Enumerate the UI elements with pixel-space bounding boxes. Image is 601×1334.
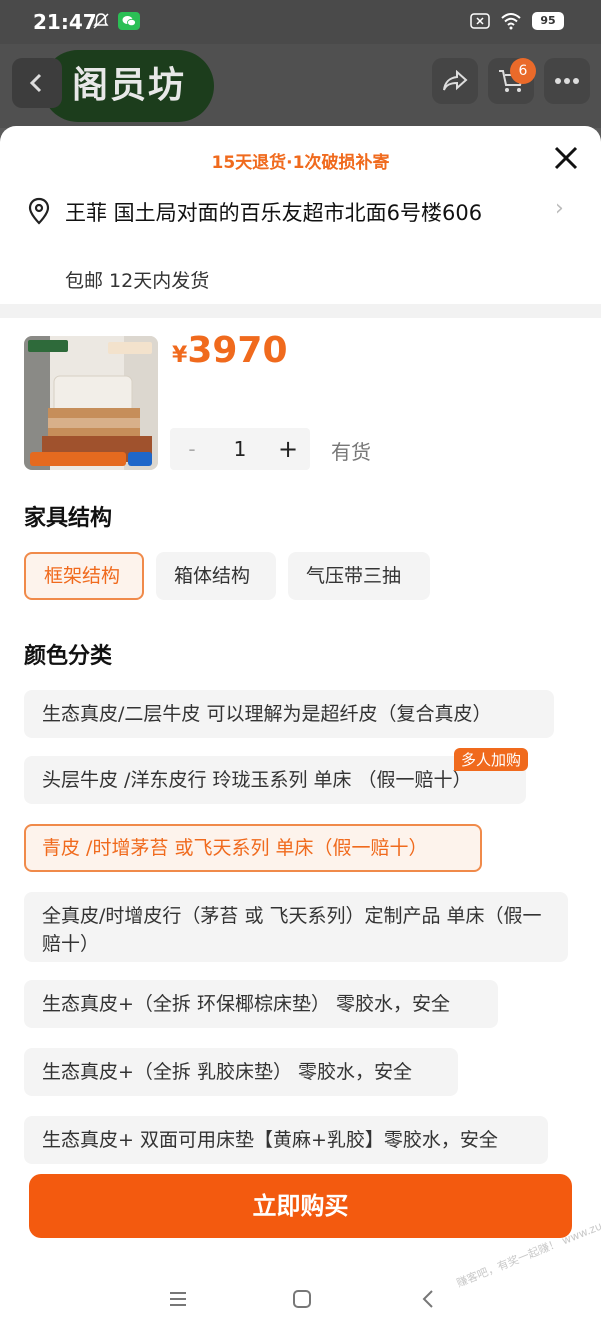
section-divider <box>0 304 601 318</box>
quantity-value[interactable]: 1 <box>214 437 266 461</box>
delivery-address[interactable]: 王菲 国土局对面的百乐友超市北面6号楼606 <box>65 198 535 229</box>
system-nav-bar <box>0 1262 601 1334</box>
color-option-selected[interactable]: 青皮 /时增茅苔 或飞天系列 单床（假一赔十） <box>24 824 482 872</box>
store-header: 阁员坊 <box>0 44 601 128</box>
cart-count-badge: 6 <box>510 58 536 84</box>
wifi-icon <box>500 12 522 30</box>
store-logo: 阁员坊 <box>42 50 214 122</box>
color-option[interactable]: 生态真皮+ 双面可用床垫【黄麻+乳胶】零胶水，安全 <box>24 1116 548 1164</box>
close-icon <box>554 146 578 170</box>
more-icon <box>555 78 579 84</box>
sim-off-icon <box>469 12 491 30</box>
recent-apps-button[interactable] <box>158 1284 198 1314</box>
wechat-icon <box>118 12 140 30</box>
popular-badge: 多人加购 <box>454 748 529 771</box>
status-time: 21:47 <box>33 10 97 34</box>
sku-selection-sheet: 15天退货·1次破损补寄 王菲 国土局对面的百乐友超市北面6号楼606 › 包邮… <box>0 126 601 1334</box>
back-nav-button[interactable] <box>408 1284 448 1314</box>
price-value: 3970 <box>187 330 288 371</box>
home-icon <box>293 1290 311 1308</box>
color-option[interactable]: 生态真皮+（全拆 环保椰棕床垫） 零胶水，安全 <box>24 980 498 1028</box>
address-arrow-icon[interactable]: › <box>555 196 564 221</box>
structure-option-gas-lift[interactable]: 气压带三抽 <box>288 552 430 600</box>
stock-status: 有货 <box>331 440 371 464</box>
price-currency: ¥ <box>172 343 188 368</box>
battery-indicator: 95 <box>532 12 564 30</box>
menu-icon <box>170 1292 186 1306</box>
shipping-info: 包邮 12天内发货 <box>65 270 210 292</box>
promo-banner: 15天退货·1次破损补寄 <box>211 153 390 173</box>
more-button[interactable] <box>544 58 590 104</box>
price: ¥3970 <box>172 330 288 371</box>
quantity-decrease-button[interactable]: - <box>170 437 214 461</box>
structure-option-box[interactable]: 箱体结构 <box>156 552 276 600</box>
buy-now-button[interactable]: 立即购买 <box>29 1174 572 1238</box>
structure-option-frame[interactable]: 框架结构 <box>24 552 144 600</box>
share-icon <box>443 70 468 91</box>
quantity-stepper: - 1 + <box>170 428 310 470</box>
color-title: 颜色分类 <box>24 644 113 669</box>
color-option[interactable]: 生态真皮/二层牛皮 可以理解为是超纤皮（复合真皮） <box>24 690 554 738</box>
mute-icon <box>90 12 112 30</box>
structure-title: 家具结构 <box>24 506 113 531</box>
home-button[interactable] <box>282 1284 322 1314</box>
status-bar: 21:47 95 <box>0 0 601 44</box>
color-option[interactable]: 头层牛皮 /洋东皮行 玲珑玉系列 单床 （假一赔十） <box>24 756 526 804</box>
color-option[interactable]: 全真皮/时增皮行（茅苔 或 飞天系列）定制产品 单床（假一赔十） <box>24 892 568 962</box>
product-thumbnail[interactable] <box>24 336 158 470</box>
share-button[interactable] <box>432 58 478 104</box>
back-icon <box>422 1290 433 1308</box>
color-option[interactable]: 生态真皮+（全拆 乳胶床垫） 零胶水，安全 <box>24 1048 458 1096</box>
location-pin-icon <box>24 196 54 226</box>
close-button[interactable] <box>548 140 584 176</box>
back-button[interactable] <box>12 58 62 108</box>
quantity-increase-button[interactable]: + <box>266 435 310 463</box>
